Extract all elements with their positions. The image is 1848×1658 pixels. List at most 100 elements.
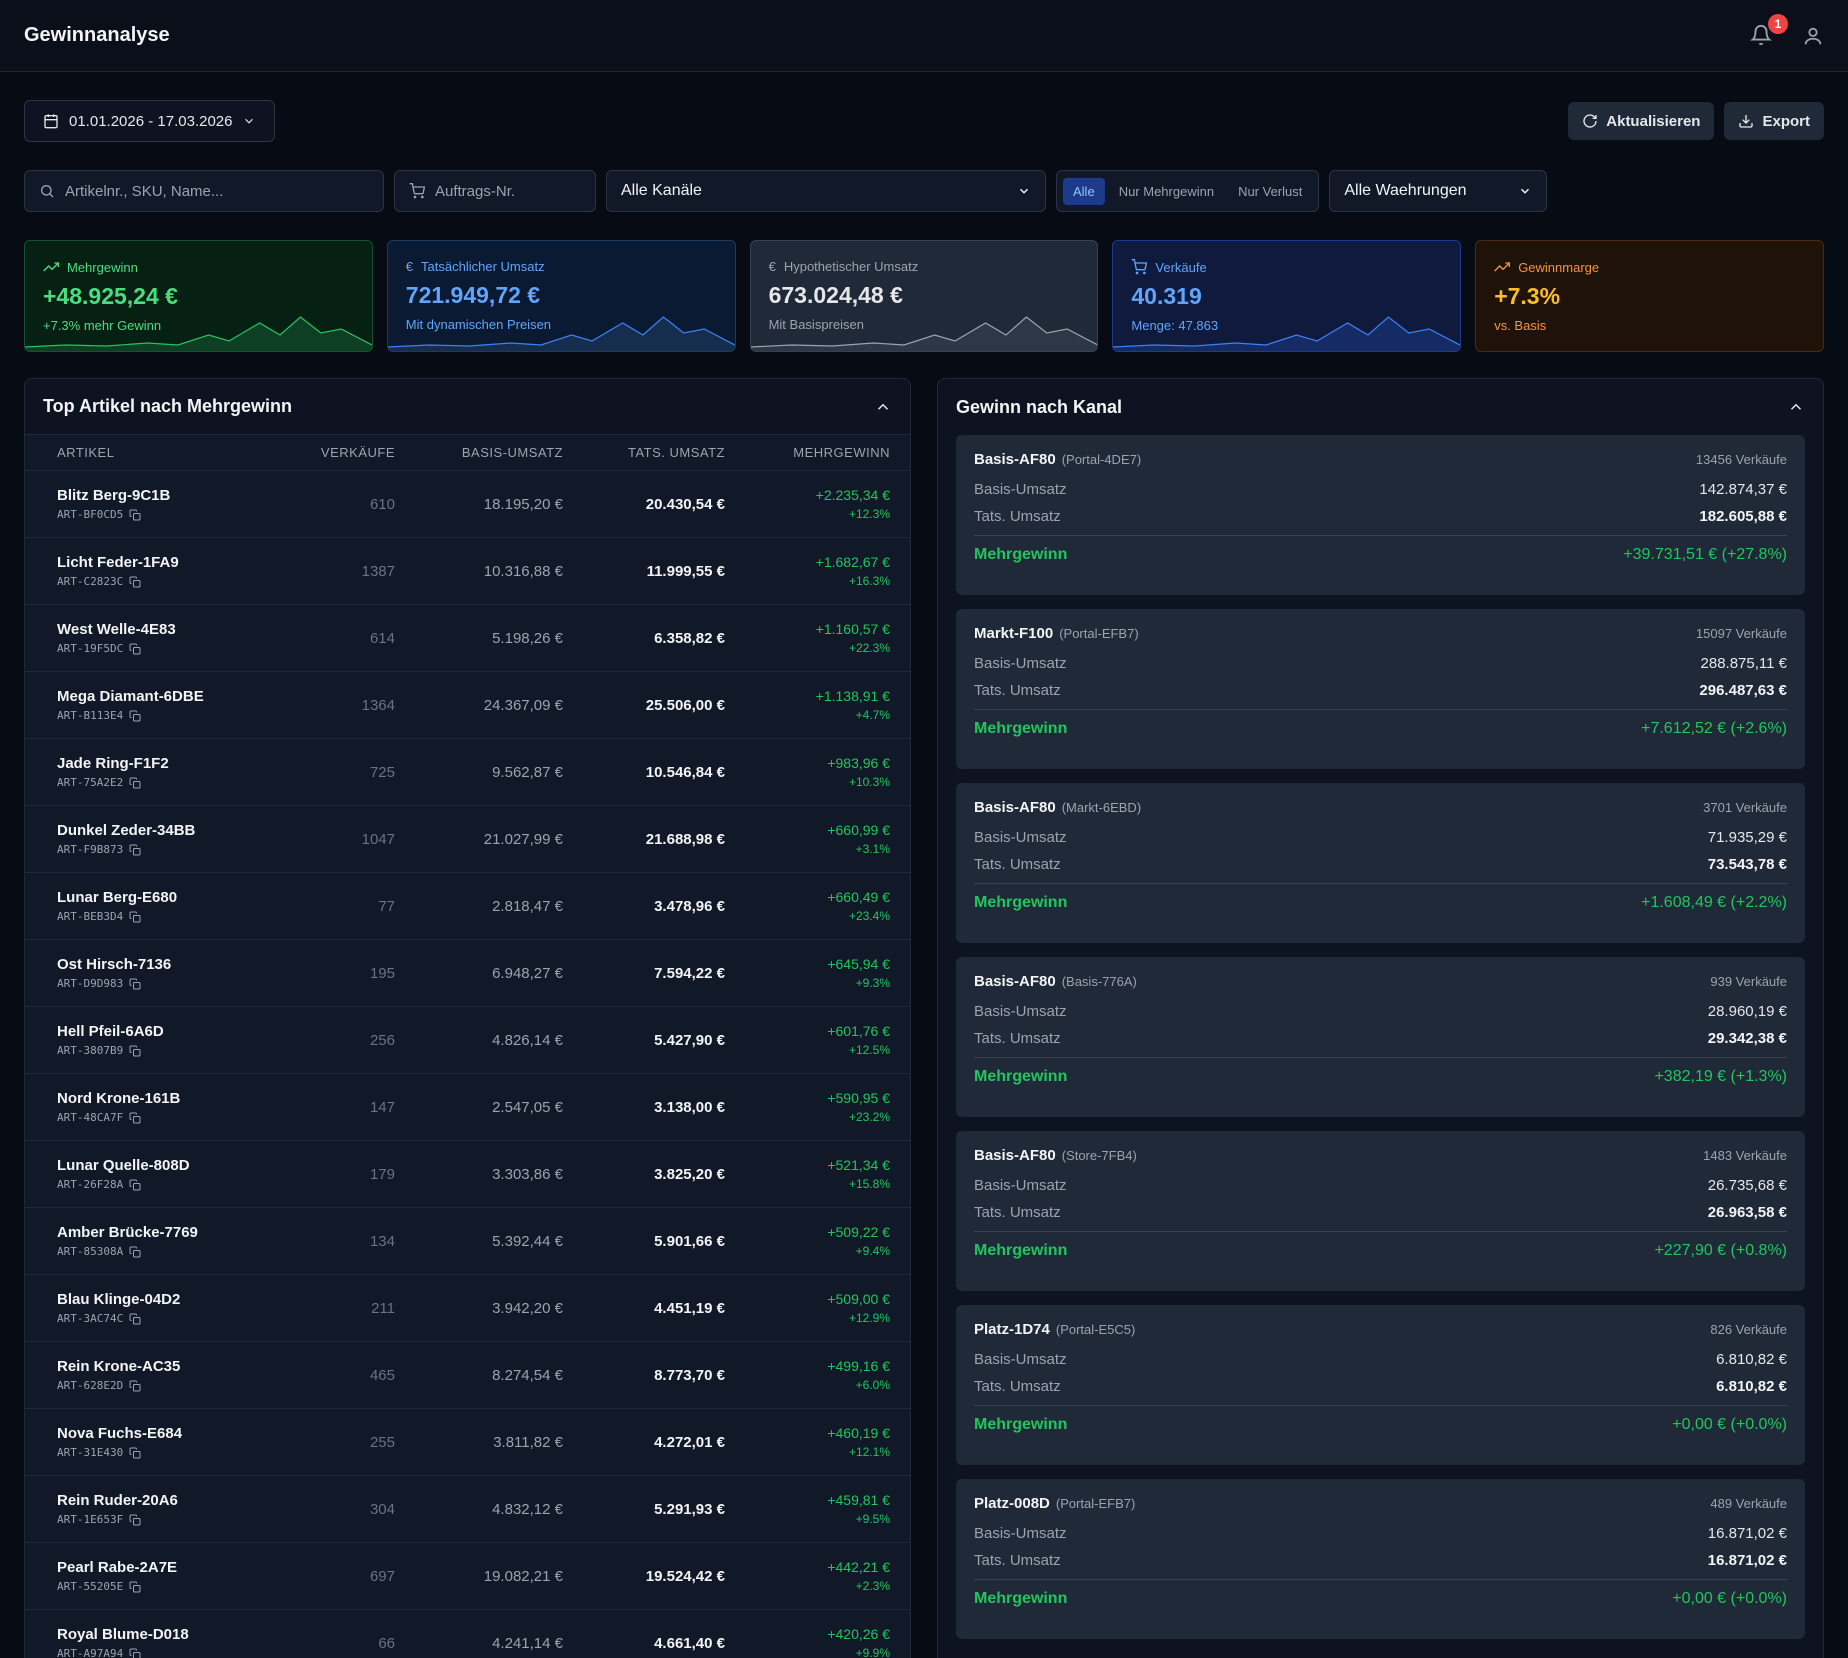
date-range-picker[interactable]: 01.01.2026 - 17.03.2026 [24, 100, 276, 142]
article-code: ART-75A2E2 [57, 776, 124, 789]
notifications-button[interactable]: 1 [1749, 13, 1788, 48]
article-sales: 1047 [361, 830, 395, 848]
article-sales: 256 [369, 1031, 395, 1049]
copy-icon[interactable] [129, 844, 141, 856]
table-row[interactable]: Royal Blume-D018 ART-A97A94 66 4.241,14 … [25, 1610, 910, 1658]
article-sales: 725 [369, 763, 395, 781]
article-gain: +983,96 € [827, 755, 890, 771]
column-header[interactable]: TATS. UMSATZ [563, 445, 725, 460]
table-row[interactable]: Blau Klinge-04D2 ART-3AC74C 211 3.942,20… [25, 1275, 910, 1342]
article-gain-percent: +6.0% [855, 1378, 890, 1392]
article-gain-percent: +12.5% [848, 1043, 890, 1057]
article-actual-revenue: 3.138,00 € [654, 1098, 725, 1116]
article-basis-revenue: 21.027,99 € [483, 830, 563, 848]
copy-icon[interactable] [129, 777, 141, 789]
article-actual-revenue: 4.272,01 € [654, 1433, 725, 1451]
download-icon [1738, 113, 1754, 129]
article-gain-percent: +3.1% [855, 842, 890, 856]
article-basis-revenue: 6.948,27 € [492, 964, 563, 982]
column-header[interactable]: MEHRGEWINN [725, 445, 890, 460]
table-row[interactable]: Ost Hirsch-7136 ART-D9D983 195 6.948,27 … [25, 940, 910, 1007]
copy-icon[interactable] [129, 911, 141, 923]
copy-icon[interactable] [129, 1380, 141, 1392]
table-row[interactable]: Nord Krone-161B ART-48CA7F 147 2.547,05 … [25, 1074, 910, 1141]
table-row[interactable]: Pearl Rabe-2A7E ART-55205E 697 19.082,21… [25, 1543, 910, 1610]
copy-icon[interactable] [129, 1246, 141, 1258]
article-gain: +601,76 € [827, 1023, 890, 1039]
table-row[interactable]: Dunkel Zeder-34BB ART-F9B873 1047 21.027… [25, 806, 910, 873]
table-row[interactable]: Hell Pfeil-6A6D ART-3807B9 256 4.826,14 … [25, 1007, 910, 1074]
article-code: ART-B113E4 [57, 709, 124, 722]
calendar-icon [43, 113, 59, 129]
article-gain: +420,26 € [827, 1626, 890, 1642]
table-row[interactable]: Rein Ruder-20A6 ART-1E653F 304 4.832,12 … [25, 1476, 910, 1543]
article-code: ART-D9D983 [57, 977, 124, 990]
article-actual-revenue: 3.825,20 € [654, 1165, 725, 1183]
table-row[interactable]: Jade Ring-F1F2 ART-75A2E2 725 9.562,87 €… [25, 739, 910, 806]
article-name: Mega Diamant-6DBE [57, 688, 204, 705]
table-row[interactable]: Blitz Berg-9C1B ART-BF0CD5 610 18.195,20… [25, 471, 910, 538]
column-header[interactable]: ARTIKEL [25, 445, 265, 460]
copy-icon[interactable] [129, 1447, 141, 1459]
table-row[interactable]: West Welle-4E83 ART-19F5DC 614 5.198,26 … [25, 605, 910, 672]
channel-select[interactable]: Alle Kanäle [606, 170, 1046, 212]
channel-card: Basis-AF80 (Store-7FB4) 1483 Verkäufe Bas… [956, 1131, 1805, 1291]
copy-icon[interactable] [129, 1045, 141, 1057]
tats-label: Tats. Umsatz [974, 1204, 1061, 1221]
segment-gain-only[interactable]: Nur Mehrgewinn [1109, 178, 1224, 205]
user-icon[interactable] [1802, 25, 1824, 47]
copy-icon[interactable] [129, 978, 141, 990]
chevron-up-icon[interactable] [874, 398, 892, 416]
table-row[interactable]: Mega Diamant-6DBE ART-B113E4 1364 24.367… [25, 672, 910, 739]
segment-loss-only[interactable]: Nur Verlust [1228, 178, 1312, 205]
table-row[interactable]: Lunar Quelle-808D ART-26F28A 179 3.303,8… [25, 1141, 910, 1208]
copy-icon[interactable] [129, 1648, 141, 1658]
article-basis-revenue: 19.082,21 € [483, 1567, 563, 1585]
channel-select-value: Alle Kanäle [621, 182, 702, 199]
gain-label: Mehrgewinn [974, 1590, 1068, 1607]
table-row[interactable]: Nova Fuchs-E684 ART-31E430 255 3.811,82 … [25, 1409, 910, 1476]
article-basis-revenue: 4.832,12 € [492, 1500, 563, 1518]
table-row[interactable]: Rein Krone-AC35 ART-628E2D 465 8.274,54 … [25, 1342, 910, 1409]
search-input[interactable]: Artikelnr., SKU, Name... [24, 170, 384, 212]
table-row[interactable]: Licht Feder-1FA9 ART-C2823C 1387 10.316,… [25, 538, 910, 605]
copy-icon[interactable] [129, 1179, 141, 1191]
article-code: ART-26F28A [57, 1178, 124, 1191]
copy-icon[interactable] [129, 576, 141, 588]
order-number-input[interactable]: Auftrags-Nr. [394, 170, 596, 212]
article-gain-percent: +4.7% [855, 708, 890, 722]
gain-label: Mehrgewinn [974, 1068, 1068, 1085]
segment-all[interactable]: Alle [1063, 177, 1105, 205]
copy-icon[interactable] [129, 1112, 141, 1124]
currency-select[interactable]: Alle Waehrungen [1329, 170, 1548, 212]
column-header[interactable]: VERKÄUFE [265, 445, 395, 460]
copy-icon[interactable] [129, 1514, 141, 1526]
search-placeholder: Artikelnr., SKU, Name... [65, 182, 224, 200]
article-code: ART-31E430 [57, 1446, 124, 1459]
tats-label: Tats. Umsatz [974, 1030, 1061, 1047]
channel-gain: +382,19 € (+1.3%) [1654, 1068, 1787, 1085]
table-row[interactable]: Amber Brücke-7769 ART-85308A 134 5.392,4… [25, 1208, 910, 1275]
article-sales: 304 [369, 1500, 395, 1518]
panel-title: Top Artikel nach Mehrgewinn [43, 396, 293, 416]
article-sales: 77 [378, 897, 395, 915]
copy-icon[interactable] [129, 1581, 141, 1593]
article-sales: 147 [369, 1098, 395, 1116]
channel-actual-revenue: 296.487,63 € [1699, 682, 1787, 699]
chevron-up-icon[interactable] [1787, 398, 1805, 416]
channel-gain: +0,00 € (+0.0%) [1672, 1590, 1787, 1607]
refresh-button[interactable]: Aktualisieren [1568, 102, 1715, 140]
channel-name: Basis-AF80 [974, 799, 1056, 816]
copy-icon[interactable] [129, 643, 141, 655]
article-name: Rein Ruder-20A6 [57, 1492, 178, 1509]
table-row[interactable]: Lunar Berg-E680 ART-BEB3D4 77 2.818,47 €… [25, 873, 910, 940]
export-button[interactable]: Export [1724, 102, 1824, 140]
date-range-label: 01.01.2026 - 17.03.2026 [69, 112, 233, 130]
article-gain: +645,94 € [827, 956, 890, 972]
copy-icon[interactable] [129, 710, 141, 722]
article-gain-percent: +23.4% [848, 909, 890, 923]
copy-icon[interactable] [129, 509, 141, 521]
column-header[interactable]: BASIS-UMSATZ [395, 445, 563, 460]
channel-actual-revenue: 6.810,82 € [1716, 1378, 1787, 1395]
copy-icon[interactable] [129, 1313, 141, 1325]
